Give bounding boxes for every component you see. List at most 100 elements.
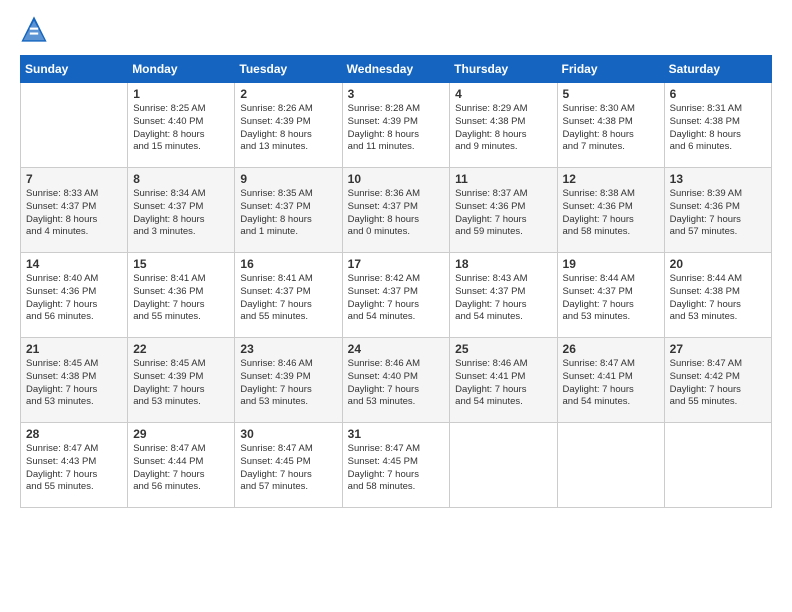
day-info: Sunrise: 8:46 AMSunset: 4:39 PMDaylight:… <box>240 358 336 409</box>
page-header <box>20 15 772 43</box>
day-info: Sunrise: 8:41 AMSunset: 4:37 PMDaylight:… <box>240 273 336 324</box>
day-number: 6 <box>670 87 766 101</box>
calendar-cell: 5Sunrise: 8:30 AMSunset: 4:38 PMDaylight… <box>557 83 664 168</box>
day-number: 16 <box>240 257 336 271</box>
calendar-cell: 4 Sunrise: 8:29 AMSunset: 4:38 PMDaylight… <box>450 83 557 168</box>
day-number: 21 <box>26 342 122 356</box>
day-info: Sunrise: 8:39 AMSunset: 4:36 PMDaylight:… <box>670 188 766 239</box>
day-info: Sunrise: 8:40 AMSunset: 4:36 PMDaylight:… <box>26 273 122 324</box>
day-info: Sunrise: 8:47 AMSunset: 4:45 PMDaylight:… <box>240 443 336 494</box>
day-number: 1 <box>133 87 229 101</box>
calendar-header-wednesday: Wednesday <box>342 56 450 83</box>
calendar-header-tuesday: Tuesday <box>235 56 342 83</box>
calendar-cell: 24 Sunrise: 8:46 AMSunset: 4:40 PMDayligh… <box>342 338 450 423</box>
calendar-week-4: 21 Sunrise: 8:45 AMSunset: 4:38 PMDayligh… <box>21 338 772 423</box>
calendar-cell: 20Sunrise: 8:44 AMSunset: 4:38 PMDayligh… <box>664 253 771 338</box>
calendar-header-sunday: Sunday <box>21 56 128 83</box>
day-number: 27 <box>670 342 766 356</box>
calendar-cell: 19 Sunrise: 8:44 AMSunset: 4:37 PMDayligh… <box>557 253 664 338</box>
day-info: Sunrise: 8:34 AMSunset: 4:37 PMDaylight:… <box>133 188 229 239</box>
calendar-cell: 28 Sunrise: 8:47 AMSunset: 4:43 PMDayligh… <box>21 423 128 508</box>
day-info: Sunrise: 8:46 AMSunset: 4:40 PMDaylight:… <box>348 358 445 409</box>
calendar-cell: 3 Sunrise: 8:28 AMSunset: 4:39 PMDaylight… <box>342 83 450 168</box>
calendar-cell: 8 Sunrise: 8:34 AMSunset: 4:37 PMDaylight… <box>128 168 235 253</box>
calendar-week-2: 7 Sunrise: 8:33 AMSunset: 4:37 PMDaylight… <box>21 168 772 253</box>
day-number: 24 <box>348 342 445 356</box>
day-number: 30 <box>240 427 336 441</box>
calendar-cell: 21 Sunrise: 8:45 AMSunset: 4:38 PMDayligh… <box>21 338 128 423</box>
calendar-cell: 9 Sunrise: 8:35 AMSunset: 4:37 PMDaylight… <box>235 168 342 253</box>
day-number: 4 <box>455 87 551 101</box>
day-info: Sunrise: 8:47 AMSunset: 4:43 PMDaylight:… <box>26 443 122 494</box>
day-info: Sunrise: 8:30 AMSunset: 4:38 PMDaylight:… <box>563 103 659 154</box>
calendar-cell: 2Sunrise: 8:26 AMSunset: 4:39 PMDaylight… <box>235 83 342 168</box>
day-info: Sunrise: 8:28 AMSunset: 4:39 PMDaylight:… <box>348 103 445 154</box>
calendar-header-saturday: Saturday <box>664 56 771 83</box>
calendar-cell: 29 Sunrise: 8:47 AMSunset: 4:44 PMDayligh… <box>128 423 235 508</box>
calendar-cell: 7 Sunrise: 8:33 AMSunset: 4:37 PMDaylight… <box>21 168 128 253</box>
calendar-week-1: 1 Sunrise: 8:25 AMSunset: 4:40 PMDaylight… <box>21 83 772 168</box>
day-info: Sunrise: 8:33 AMSunset: 4:37 PMDaylight:… <box>26 188 122 239</box>
day-number: 20 <box>670 257 766 271</box>
calendar-cell: 14 Sunrise: 8:40 AMSunset: 4:36 PMDayligh… <box>21 253 128 338</box>
day-info: Sunrise: 8:37 AMSunset: 4:36 PMDaylight:… <box>455 188 551 239</box>
calendar-cell <box>21 83 128 168</box>
day-info: Sunrise: 8:45 AMSunset: 4:38 PMDaylight:… <box>26 358 122 409</box>
calendar-cell: 23 Sunrise: 8:46 AMSunset: 4:39 PMDayligh… <box>235 338 342 423</box>
calendar-cell: 17 Sunrise: 8:42 AMSunset: 4:37 PMDayligh… <box>342 253 450 338</box>
day-number: 17 <box>348 257 445 271</box>
calendar-header-monday: Monday <box>128 56 235 83</box>
day-info: Sunrise: 8:31 AMSunset: 4:38 PMDaylight:… <box>670 103 766 154</box>
day-number: 29 <box>133 427 229 441</box>
calendar-cell: 15Sunrise: 8:41 AMSunset: 4:36 PMDayligh… <box>128 253 235 338</box>
calendar-cell: 11 Sunrise: 8:37 AMSunset: 4:36 PMDayligh… <box>450 168 557 253</box>
day-number: 23 <box>240 342 336 356</box>
calendar-cell: 16 Sunrise: 8:41 AMSunset: 4:37 PMDayligh… <box>235 253 342 338</box>
day-info: Sunrise: 8:36 AMSunset: 4:37 PMDaylight:… <box>348 188 445 239</box>
calendar-cell: 1 Sunrise: 8:25 AMSunset: 4:40 PMDaylight… <box>128 83 235 168</box>
day-info: Sunrise: 8:25 AMSunset: 4:40 PMDaylight:… <box>133 103 229 154</box>
day-info: Sunrise: 8:43 AMSunset: 4:37 PMDaylight:… <box>455 273 551 324</box>
calendar-cell: 6 Sunrise: 8:31 AMSunset: 4:38 PMDaylight… <box>664 83 771 168</box>
calendar-cell: 30 Sunrise: 8:47 AMSunset: 4:45 PMDayligh… <box>235 423 342 508</box>
logo <box>20 15 50 43</box>
day-number: 7 <box>26 172 122 186</box>
day-info: Sunrise: 8:47 AMSunset: 4:44 PMDaylight:… <box>133 443 229 494</box>
calendar-cell <box>664 423 771 508</box>
day-number: 14 <box>26 257 122 271</box>
day-number: 22 <box>133 342 229 356</box>
calendar-week-3: 14 Sunrise: 8:40 AMSunset: 4:36 PMDayligh… <box>21 253 772 338</box>
page-container: SundayMondayTuesdayWednesdayThursdayFrid… <box>0 0 792 518</box>
day-info: Sunrise: 8:45 AMSunset: 4:39 PMDaylight:… <box>133 358 229 409</box>
day-number: 12 <box>563 172 659 186</box>
day-number: 9 <box>240 172 336 186</box>
calendar-cell: 12 Sunrise: 8:38 AMSunset: 4:36 PMDayligh… <box>557 168 664 253</box>
day-number: 8 <box>133 172 229 186</box>
day-number: 31 <box>348 427 445 441</box>
day-info: Sunrise: 8:38 AMSunset: 4:36 PMDaylight:… <box>563 188 659 239</box>
calendar-cell: 27Sunrise: 8:47 AMSunset: 4:42 PMDayligh… <box>664 338 771 423</box>
calendar-cell: 13Sunrise: 8:39 AMSunset: 4:36 PMDayligh… <box>664 168 771 253</box>
day-number: 26 <box>563 342 659 356</box>
day-number: 28 <box>26 427 122 441</box>
calendar-cell: 26 Sunrise: 8:47 AMSunset: 4:41 PMDayligh… <box>557 338 664 423</box>
day-info: Sunrise: 8:46 AMSunset: 4:41 PMDaylight:… <box>455 358 551 409</box>
day-info: Sunrise: 8:26 AMSunset: 4:39 PMDaylight:… <box>240 103 336 154</box>
calendar-header-row: SundayMondayTuesdayWednesdayThursdayFrid… <box>21 56 772 83</box>
day-number: 19 <box>563 257 659 271</box>
day-info: Sunrise: 8:29 AMSunset: 4:38 PMDaylight:… <box>455 103 551 154</box>
day-info: Sunrise: 8:35 AMSunset: 4:37 PMDaylight:… <box>240 188 336 239</box>
day-info: Sunrise: 8:44 AMSunset: 4:37 PMDaylight:… <box>563 273 659 324</box>
day-number: 25 <box>455 342 551 356</box>
calendar-cell: 22 Sunrise: 8:45 AMSunset: 4:39 PMDayligh… <box>128 338 235 423</box>
calendar-cell <box>450 423 557 508</box>
day-info: Sunrise: 8:47 AMSunset: 4:41 PMDaylight:… <box>563 358 659 409</box>
day-number: 10 <box>348 172 445 186</box>
calendar-cell: 10 Sunrise: 8:36 AMSunset: 4:37 PMDayligh… <box>342 168 450 253</box>
day-number: 3 <box>348 87 445 101</box>
day-info: Sunrise: 8:42 AMSunset: 4:37 PMDaylight:… <box>348 273 445 324</box>
day-number: 11 <box>455 172 551 186</box>
logo-icon <box>20 15 48 43</box>
calendar-cell <box>557 423 664 508</box>
calendar-cell: 25 Sunrise: 8:46 AMSunset: 4:41 PMDayligh… <box>450 338 557 423</box>
